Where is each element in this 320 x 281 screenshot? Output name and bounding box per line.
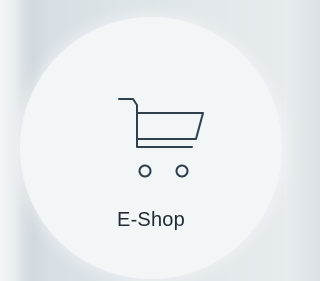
shopping-cart-icon bbox=[118, 98, 204, 178]
background-highlight bbox=[0, 0, 22, 281]
tile-label: E-Shop bbox=[117, 209, 185, 231]
e-shop-tile[interactable]: E-Shop bbox=[20, 17, 282, 279]
